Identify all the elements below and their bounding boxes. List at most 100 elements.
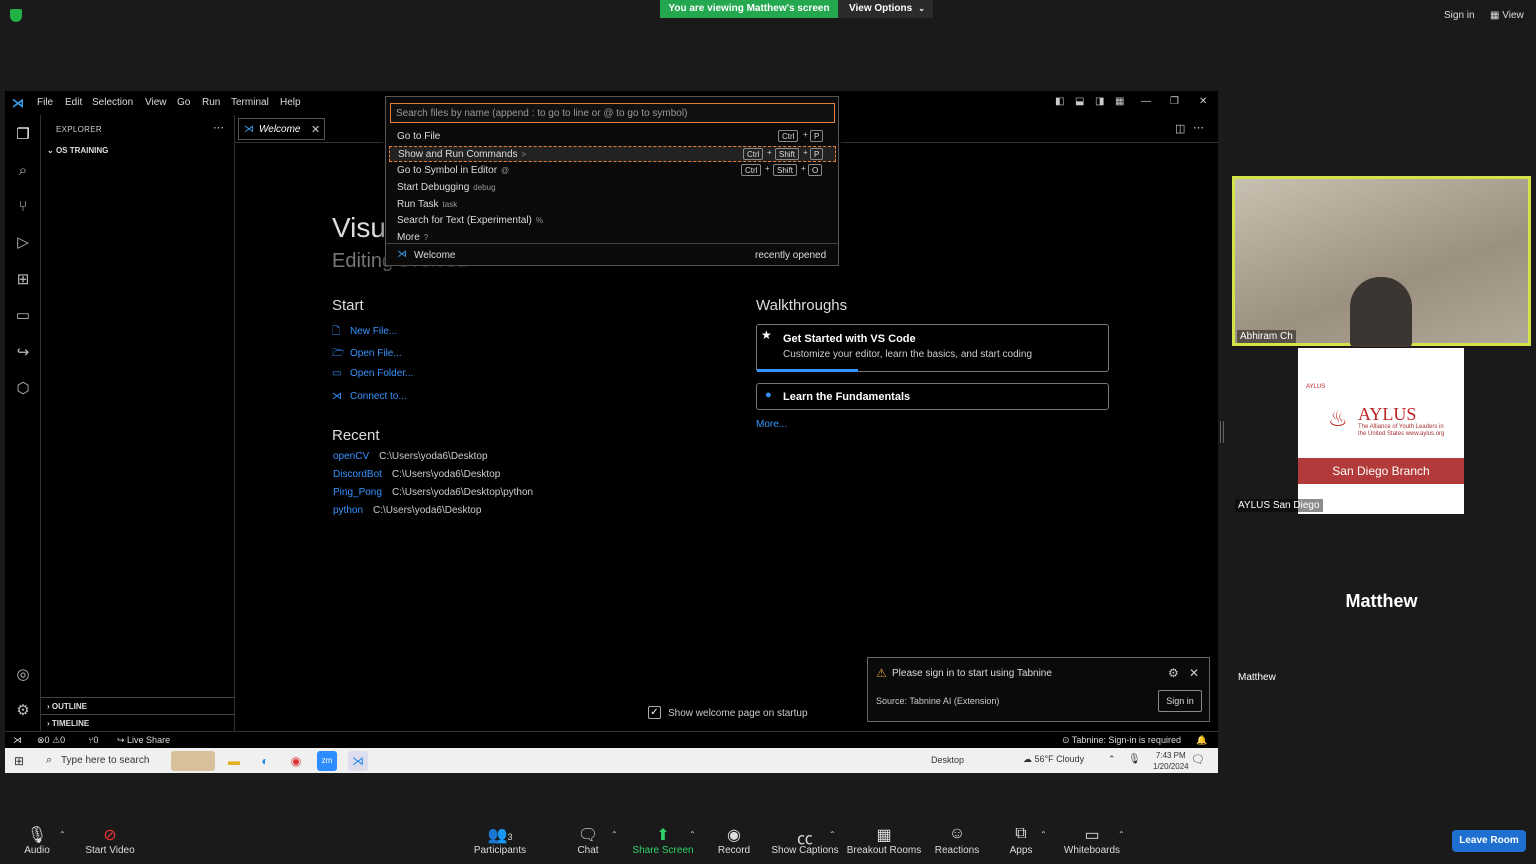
- recent-name[interactable]: DiscordBot: [333, 469, 382, 480]
- ports-status[interactable]: ⑂0: [88, 735, 98, 745]
- tray-chevron-up-icon[interactable]: ⌃: [1108, 754, 1116, 765]
- participant-tile-aylus[interactable]: AYLUS ♨ AYLUS The Alliance of Youth Lead…: [1233, 348, 1530, 516]
- captions-options-caret-icon[interactable]: ⌃: [829, 830, 836, 839]
- panel-resize-handle[interactable]: [1220, 421, 1224, 443]
- explorer-icon[interactable]: ❐: [13, 125, 33, 145]
- clock[interactable]: 7:43 PM 1/20/2024: [1153, 750, 1189, 772]
- search-highlight-icon[interactable]: [171, 751, 215, 771]
- qp-search-text[interactable]: Search for Text (Experimental)%: [389, 213, 836, 229]
- participants-button[interactable]: 👥3 Participants: [460, 825, 540, 856]
- qp-show-commands[interactable]: Show and Run Commands > Ctrl + Shift + P: [389, 146, 836, 162]
- extensions-icon[interactable]: ⊞: [13, 270, 33, 290]
- run-debug-icon[interactable]: ▷: [13, 233, 33, 253]
- show-welcome-checkbox[interactable]: ✓: [648, 706, 661, 719]
- view-button[interactable]: ▦ View: [1490, 10, 1524, 21]
- weather-widget[interactable]: ☁ 56°F Cloudy: [1023, 754, 1084, 765]
- minimize-icon[interactable]: —: [1141, 96, 1151, 107]
- sign-in-link[interactable]: Sign in: [1444, 10, 1475, 21]
- menu-edit[interactable]: Edit: [65, 97, 82, 108]
- star-icon[interactable]: ★: [761, 328, 772, 342]
- notification-center-icon[interactable]: 🗨: [1191, 753, 1205, 766]
- menu-run[interactable]: Run: [202, 97, 220, 108]
- file-explorer-icon[interactable]: ▬: [224, 751, 244, 771]
- recent-item[interactable]: openCV C:\Users\yoda6\Desktop: [333, 451, 488, 462]
- whiteboards-options-caret-icon[interactable]: ⌃: [1118, 830, 1125, 839]
- manage-gear-icon[interactable]: ⚙: [13, 701, 33, 721]
- audio-options-caret-icon[interactable]: ⌃: [59, 830, 66, 839]
- more-actions-icon[interactable]: ⋯: [1193, 121, 1204, 134]
- menu-help[interactable]: Help: [280, 97, 301, 108]
- source-control-icon[interactable]: ⑂: [13, 197, 33, 217]
- more-walkthroughs-link[interactable]: More...: [756, 419, 787, 430]
- toggle-secondary-sidebar-icon[interactable]: ◨: [1095, 96, 1104, 107]
- chrome-icon[interactable]: ◉: [286, 751, 306, 771]
- problems-status[interactable]: ⊗0 ⚠0: [37, 735, 65, 746]
- close-icon[interactable]: ✕: [1189, 666, 1199, 680]
- close-window-icon[interactable]: ✕: [1199, 96, 1207, 107]
- view-options-button[interactable]: View Options ⌄: [838, 0, 933, 18]
- remote-indicator-icon[interactable]: ⋊: [13, 735, 22, 746]
- recent-item[interactable]: DiscordBot C:\Users\yoda6\Desktop: [333, 469, 500, 480]
- qp-recent-welcome[interactable]: Welcome: [414, 250, 456, 261]
- leave-room-button[interactable]: Leave Room: [1452, 830, 1526, 852]
- new-file-link[interactable]: 🗋 New File...: [332, 324, 397, 341]
- sign-in-button[interactable]: Sign in: [1158, 690, 1202, 712]
- microphone-tray-icon[interactable]: 🎙: [1128, 754, 1141, 765]
- walkthrough-fundamentals[interactable]: ● Learn the Fundamentals: [756, 383, 1109, 410]
- remote-explorer-icon[interactable]: ▭: [13, 306, 33, 326]
- qp-go-to-symbol[interactable]: Go to Symbol in Editor @ Ctrl + Shift + O: [389, 163, 836, 179]
- chat-options-caret-icon[interactable]: ⌃: [611, 830, 618, 839]
- recent-name[interactable]: openCV: [333, 451, 369, 462]
- live-share-status[interactable]: ↪ Live Share: [117, 735, 170, 746]
- menu-selection[interactable]: Selection: [92, 97, 133, 108]
- security-shield-icon[interactable]: [10, 9, 22, 22]
- customize-layout-icon[interactable]: ▦: [1115, 96, 1124, 107]
- windows-start-icon[interactable]: ⊞: [14, 754, 24, 768]
- quick-open-input[interactable]: Search files by name (append : to go to …: [390, 103, 835, 123]
- outline-section[interactable]: › OUTLINE: [41, 697, 235, 714]
- apps-button[interactable]: ⧉ Apps: [981, 825, 1061, 856]
- menu-go[interactable]: Go: [177, 97, 190, 108]
- open-folder-link[interactable]: ▭ Open Folder...: [332, 368, 413, 379]
- connect-to-link[interactable]: ⋊ Connect to...: [332, 391, 407, 402]
- desktop-toolbar[interactable]: Desktop: [931, 755, 964, 765]
- split-editor-icon[interactable]: ◫: [1175, 122, 1185, 135]
- toggle-panel-icon[interactable]: ⬓: [1075, 96, 1084, 107]
- walkthrough-get-started[interactable]: ★ Get Started with VS Code Customize you…: [756, 324, 1109, 372]
- timeline-section[interactable]: › TIMELINE: [41, 714, 235, 731]
- recent-item[interactable]: python C:\Users\yoda6\Desktop: [333, 505, 481, 516]
- recent-name[interactable]: Ping_Pong: [333, 487, 382, 498]
- vscode-taskbar-icon[interactable]: ⋊: [348, 751, 368, 771]
- menu-view[interactable]: View: [145, 97, 167, 108]
- notifications-bell-icon[interactable]: 🔔: [1196, 735, 1207, 746]
- menu-file[interactable]: File: [37, 97, 53, 108]
- live-share-icon[interactable]: ↪: [13, 343, 33, 363]
- qp-start-debugging[interactable]: Start Debugging debug: [389, 180, 836, 196]
- apps-options-caret-icon[interactable]: ⌃: [1040, 830, 1047, 839]
- folder-os-training[interactable]: ⌄ OS TRAINING: [47, 146, 108, 155]
- search-icon[interactable]: ⌕: [13, 161, 33, 181]
- qp-run-task[interactable]: Run Task task: [389, 197, 836, 213]
- close-icon[interactable]: ✕: [311, 123, 320, 136]
- toggle-sidebar-icon[interactable]: ◧: [1055, 96, 1064, 107]
- open-file-link[interactable]: 🗁 Open File...: [332, 346, 402, 363]
- recent-item[interactable]: Ping_Pong C:\Users\yoda6\Desktop\python: [333, 487, 533, 498]
- gear-icon[interactable]: ⚙: [1168, 666, 1179, 680]
- tab-welcome[interactable]: ⋊ Welcome ✕: [238, 118, 325, 140]
- breakout-rooms-button[interactable]: ▦ Breakout Rooms: [844, 825, 924, 856]
- qp-go-to-file[interactable]: Go to File Ctrl + P: [389, 129, 836, 145]
- participant-tile-matthew[interactable]: Matthew Matthew: [1233, 518, 1530, 686]
- participant-video-abhiram[interactable]: Abhiram Ch: [1232, 176, 1531, 347]
- tabnine-status[interactable]: ⊙ Tabnine: Sign-in is required: [1062, 735, 1181, 746]
- more-actions-icon[interactable]: ⋯: [213, 121, 224, 134]
- tabnine-icon[interactable]: ⬡: [13, 379, 33, 399]
- recent-name[interactable]: python: [333, 505, 363, 516]
- audio-label: Audio: [24, 845, 50, 856]
- accounts-icon[interactable]: ◎: [13, 665, 33, 685]
- zoom-app-icon[interactable]: zm: [317, 751, 337, 771]
- edge-icon[interactable]: ◐: [255, 751, 275, 771]
- restore-icon[interactable]: ❐: [1170, 96, 1179, 107]
- record-button[interactable]: ◉ Record: [694, 825, 774, 856]
- menu-terminal[interactable]: Terminal: [231, 97, 269, 108]
- start-video-button[interactable]: ⊘ Start Video: [70, 825, 150, 856]
